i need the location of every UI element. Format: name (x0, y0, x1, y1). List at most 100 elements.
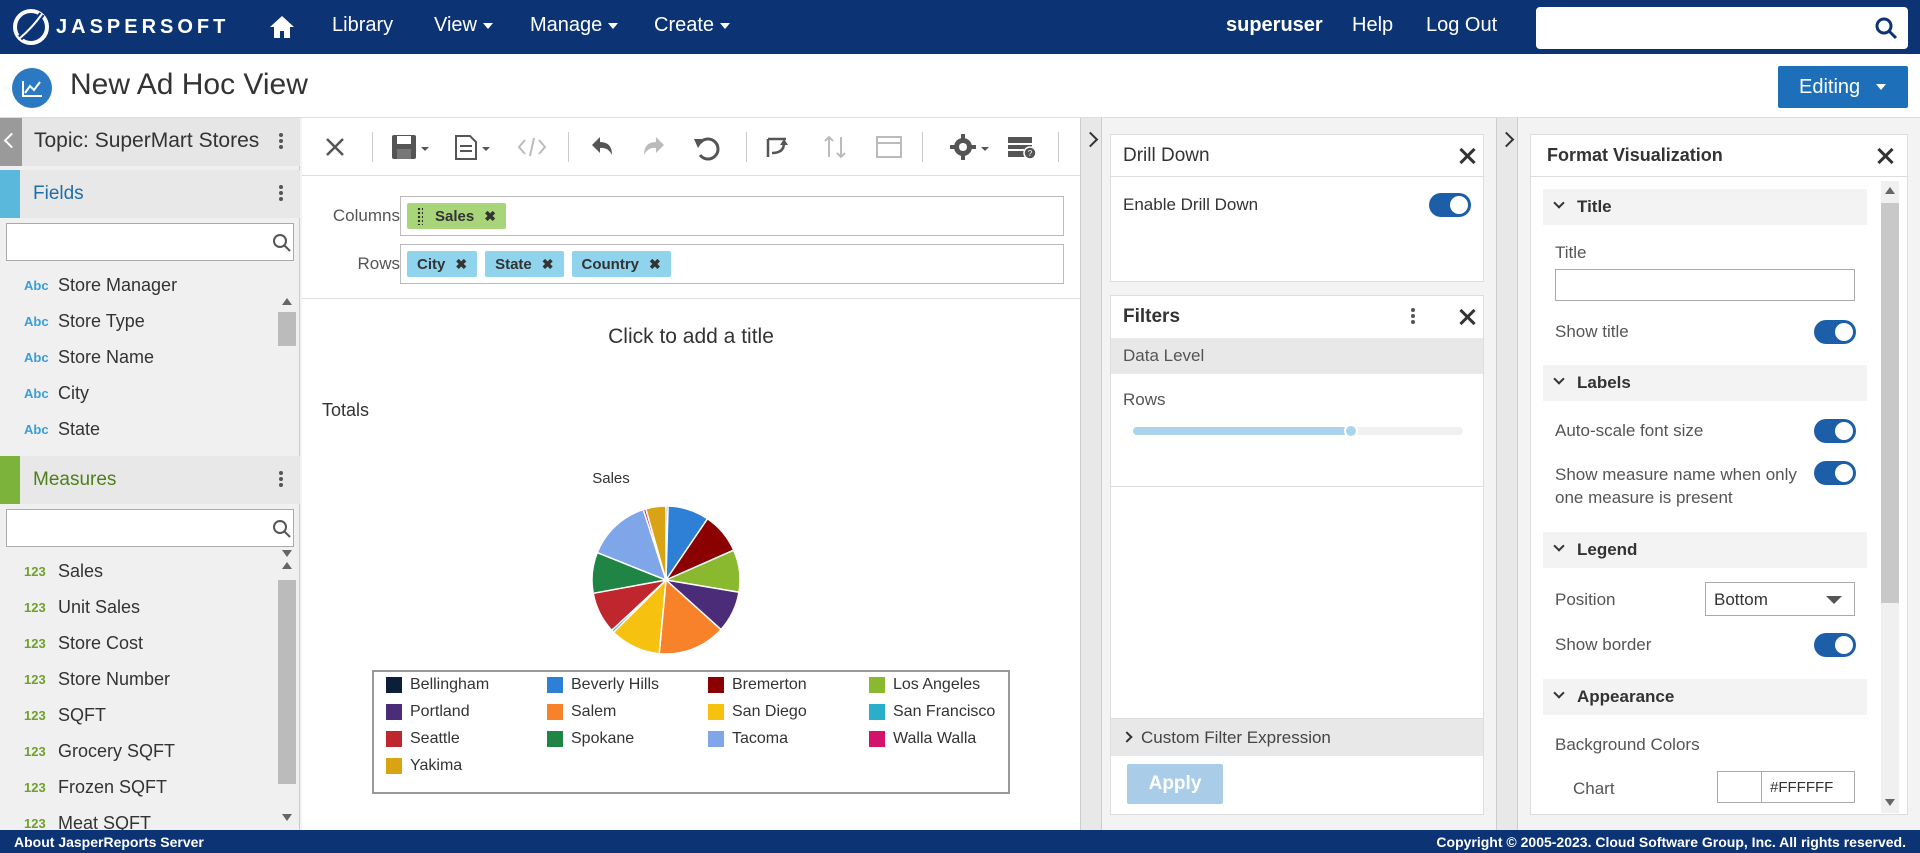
chart-title-placeholder[interactable]: Click to add a title (302, 325, 1080, 349)
measures-search-input[interactable] (6, 509, 294, 547)
legend-item[interactable]: San Diego (708, 703, 807, 721)
topic-menu-icon[interactable] (278, 131, 284, 153)
city-row-pill[interactable]: City ✖ (407, 251, 478, 277)
expand-format-panel-button[interactable] (1496, 118, 1518, 830)
legend-item[interactable]: Beverly Hills (547, 676, 659, 694)
list-item[interactable]: Abc Store Manager (0, 267, 278, 303)
apply-button[interactable]: Apply (1127, 764, 1223, 804)
expand-drill-panel-button[interactable] (1080, 118, 1102, 830)
legend-item[interactable]: Bellingham (386, 676, 489, 694)
data-level-slider[interactable] (1133, 424, 1463, 438)
jaspersoft-logo[interactable]: JASPERSOFT (12, 8, 229, 46)
list-item[interactable]: 123 Sales (0, 553, 278, 589)
legend-section-header[interactable]: Legend (1543, 532, 1867, 568)
nav-manage-menu[interactable]: Manage (530, 14, 619, 37)
color-swatch[interactable] (1718, 772, 1762, 802)
measures-scrollbar[interactable] (278, 558, 296, 828)
pie-chart[interactable]: Sales (302, 458, 1080, 668)
scroll-up-icon[interactable] (1885, 187, 1895, 194)
sales-column-pill[interactable]: Sales ✖ (407, 203, 506, 229)
scroll-down-icon[interactable] (282, 550, 292, 557)
remove-icon[interactable]: ✖ (455, 256, 467, 273)
custom-filter-expression-toggle[interactable]: Custom Filter Expression (1111, 718, 1483, 756)
list-item[interactable]: 123 Meat SQFT (0, 805, 278, 831)
nav-help[interactable]: Help (1352, 14, 1393, 37)
legend-item[interactable]: Bremerton (708, 676, 807, 694)
legend-item[interactable]: Seattle (386, 730, 460, 748)
user-name[interactable]: superuser (1226, 14, 1323, 37)
legend-item[interactable]: Los Angeles (869, 676, 980, 694)
global-search-input[interactable] (1536, 7, 1908, 49)
undo-all-button[interactable] (692, 132, 722, 162)
export-button[interactable] (452, 132, 492, 162)
list-item[interactable]: Abc Store Name (0, 339, 278, 375)
state-row-pill[interactable]: State ✖ (485, 251, 564, 277)
title-section-header[interactable]: Title (1543, 189, 1867, 225)
country-row-pill[interactable]: Country ✖ (571, 251, 671, 277)
editing-mode-button[interactable]: Editing (1778, 66, 1908, 108)
scroll-down-icon[interactable] (1885, 799, 1895, 806)
nav-library[interactable]: Library (332, 14, 393, 37)
legend-item[interactable]: San Francisco (869, 703, 995, 721)
close-icon[interactable] (1458, 308, 1476, 326)
list-item[interactable]: Abc Store Type (0, 303, 278, 339)
scroll-down-icon[interactable] (282, 814, 292, 821)
remove-icon[interactable]: ✖ (484, 208, 496, 225)
list-item[interactable]: Abc City (0, 375, 278, 411)
close-icon[interactable] (1876, 147, 1894, 165)
columns-drop-zone[interactable]: Sales ✖ (400, 196, 1064, 236)
list-item[interactable]: 123 Unit Sales (0, 589, 278, 625)
legend-item[interactable]: Tacoma (708, 730, 788, 748)
legend-item[interactable]: Salem (547, 703, 616, 721)
fields-search-input[interactable] (6, 223, 294, 261)
scroll-up-icon[interactable] (282, 562, 292, 569)
show-measure-name-toggle[interactable] (1814, 461, 1856, 485)
labels-section-header[interactable]: Labels (1543, 365, 1867, 401)
chart-title-input[interactable] (1555, 269, 1855, 301)
chart-color-picker[interactable]: #FFFFFF (1717, 771, 1855, 803)
search-icon[interactable] (1874, 16, 1898, 40)
rows-drop-zone[interactable]: City ✖ State ✖ Country ✖ (400, 244, 1064, 284)
nav-logout[interactable]: Log Out (1426, 14, 1497, 37)
legend-item[interactable]: Portland (386, 703, 470, 721)
appearance-section-header[interactable]: Appearance (1543, 679, 1867, 715)
collapse-left-panel-button[interactable] (0, 118, 22, 166)
about-link[interactable]: About JasperReports Server (14, 834, 204, 850)
data-options-button[interactable]: ? (1006, 132, 1038, 162)
measures-menu-icon[interactable] (278, 469, 284, 491)
list-item[interactable]: 123 Frozen SQFT (0, 769, 278, 805)
show-title-toggle[interactable] (1814, 320, 1856, 344)
pivot-button[interactable] (764, 132, 794, 162)
home-button[interactable] (268, 14, 296, 40)
scroll-thumb[interactable] (1881, 203, 1899, 603)
save-button[interactable] (390, 132, 430, 162)
list-item[interactable]: Abc State (0, 411, 278, 447)
list-item[interactable]: 123 Grocery SQFT (0, 733, 278, 769)
legend-item[interactable]: Walla Walla (869, 730, 976, 748)
show-border-toggle[interactable] (1814, 633, 1856, 657)
search-icon[interactable] (271, 232, 293, 254)
search-icon[interactable] (271, 518, 293, 540)
format-scrollbar[interactable] (1881, 181, 1899, 813)
drag-handle-icon[interactable] (417, 207, 423, 225)
legend-item[interactable]: Spokane (547, 730, 634, 748)
remove-icon[interactable]: ✖ (649, 256, 661, 273)
close-icon[interactable] (1458, 147, 1476, 165)
options-button[interactable] (950, 132, 990, 162)
scroll-thumb[interactable] (278, 580, 296, 784)
remove-icon[interactable]: ✖ (542, 256, 554, 273)
slider-thumb[interactable] (1343, 424, 1358, 438)
fields-menu-icon[interactable] (278, 183, 284, 205)
list-item[interactable]: 123 SQFT (0, 697, 278, 733)
undo-button[interactable] (586, 132, 616, 162)
legend-position-select[interactable]: Bottom (1705, 582, 1855, 616)
list-item[interactable]: 123 Store Number (0, 661, 278, 697)
scroll-thumb[interactable] (278, 312, 296, 346)
scroll-up-icon[interactable] (282, 298, 292, 305)
enable-drill-down-toggle[interactable] (1429, 193, 1471, 217)
nav-create-menu[interactable]: Create (654, 14, 731, 37)
list-item[interactable]: 123 Store Cost (0, 625, 278, 661)
auto-scale-toggle[interactable] (1814, 419, 1856, 443)
filters-menu-icon[interactable] (1410, 306, 1416, 328)
nav-view-menu[interactable]: View (434, 14, 493, 37)
